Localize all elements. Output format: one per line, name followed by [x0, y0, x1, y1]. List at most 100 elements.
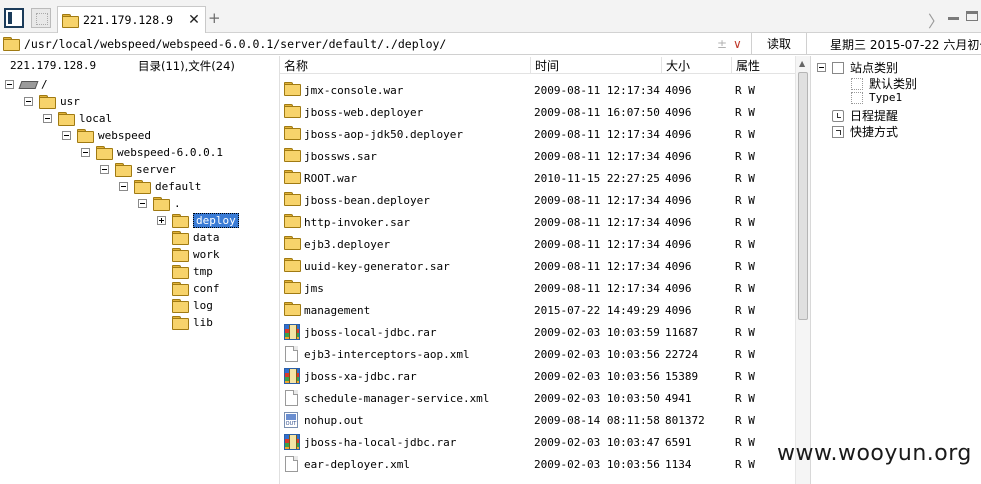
tree-node-label[interactable]: local — [79, 112, 112, 125]
tree-header: 221.179.128.9 目录(11),文件(24) — [0, 56, 279, 75]
collapse-icon[interactable] — [24, 96, 33, 106]
tree-node[interactable]: default — [119, 178, 201, 194]
collapse-icon[interactable] — [817, 63, 826, 72]
column-header-attr[interactable]: 属性 — [731, 57, 795, 74]
chevron-right-icon[interactable]: 〉 — [928, 8, 944, 32]
collapse-icon[interactable] — [5, 79, 14, 89]
shortcut-icon — [832, 125, 844, 138]
file-row[interactable]: jboss-ha-local-jdbc.rar 2009-02-03 10:03:… — [280, 431, 795, 453]
collapse-icon[interactable] — [100, 164, 109, 174]
tree-node-label[interactable]: . — [174, 197, 181, 210]
shortcut-node[interactable]: 快捷方式 — [832, 123, 898, 140]
tree-node-label[interactable]: tmp — [193, 265, 213, 278]
file-time: 2009-02-03 10:03:56 — [534, 348, 660, 361]
tree-node-label[interactable]: default — [155, 180, 201, 193]
collapse-icon[interactable] — [119, 181, 128, 191]
tree-node[interactable]: tmp — [157, 263, 213, 279]
default-category-label: 默认类别 — [869, 77, 918, 91]
file-row[interactable]: jboss-local-jdbc.rar 2009-02-03 10:03:59 1… — [280, 321, 795, 343]
site-category-node[interactable]: 站点类别 — [817, 59, 898, 76]
tree-node-label[interactable]: usr — [60, 95, 80, 108]
file-name: jms — [304, 282, 324, 295]
collapse-icon[interactable] — [81, 147, 90, 157]
collapse-icon[interactable] — [62, 130, 71, 140]
tree-node-label[interactable]: lib — [193, 316, 213, 329]
vertical-scrollbar[interactable]: ▲ — [795, 56, 810, 484]
file-row[interactable]: jboss-web.deployer 2009-08-11 16:07:50 409… — [280, 101, 795, 123]
tree-node-label[interactable]: / — [41, 78, 48, 91]
collapse-icon[interactable] — [43, 113, 52, 123]
folder-icon — [134, 179, 151, 194]
file-row[interactable]: http-invoker.sar 2009-08-11 12:17:34 4096 R… — [280, 211, 795, 233]
maximize-icon[interactable] — [966, 11, 978, 21]
tree-node-label[interactable]: data — [193, 231, 220, 244]
scrollbar-thumb[interactable] — [798, 72, 808, 320]
collapse-icon[interactable] — [138, 198, 147, 208]
file-row[interactable]: jbossws.sar 2009-08-11 12:17:34 4096 R W — [280, 145, 795, 167]
file-row[interactable]: OUT nohup.out 2009-08-14 08:11:58 801372 R W — [280, 409, 795, 431]
tree-node[interactable]: conf — [157, 280, 220, 296]
minimize-icon[interactable] — [948, 11, 960, 21]
file-row[interactable]: schedule-manager-service.xml 2009-02-03 1… — [280, 387, 795, 409]
directory-tree: 221.179.128.9 目录(11),文件(24) / usr local web… — [0, 56, 280, 484]
document-icon — [285, 346, 298, 362]
tree-node-label[interactable]: work — [193, 248, 220, 261]
tree-node[interactable]: local — [43, 110, 112, 126]
tree-node[interactable]: lib — [157, 314, 213, 330]
file-size: 4096 — [665, 260, 692, 273]
panel-toggle-icon[interactable] — [4, 8, 24, 28]
add-tab-icon[interactable]: + — [208, 9, 221, 27]
file-row[interactable]: jboss-xa-jdbc.rar 2009-02-03 10:03:56 1538… — [280, 365, 795, 387]
tree-node[interactable]: work — [157, 246, 220, 262]
tree-node[interactable]: webspeed — [62, 127, 151, 143]
tree-node[interactable]: data — [157, 229, 220, 245]
file-time: 2010-11-15 22:27:25 — [534, 172, 660, 185]
scroll-up-icon[interactable]: ▲ — [799, 59, 805, 68]
tree-node-label[interactable]: webspeed-6.0.0.1 — [117, 146, 223, 159]
tree-node-label[interactable]: webspeed — [98, 129, 151, 142]
default-category-node[interactable]: 默认类别 — [851, 75, 917, 92]
tree-node[interactable]: deploy — [157, 212, 239, 228]
file-time: 2009-08-11 12:17:34 — [534, 260, 660, 273]
file-name: jbossws.sar — [304, 150, 377, 163]
chevron-down-icon[interactable]: ∨ — [733, 37, 751, 51]
file-attr: R W — [735, 326, 755, 339]
file-row[interactable]: ejb3.deployer 2009-08-11 12:17:34 4096 R W — [280, 233, 795, 255]
file-row[interactable]: uuid-key-generator.sar 2009-08-11 12:17:3… — [280, 255, 795, 277]
file-row[interactable]: jboss-bean.deployer 2009-08-11 12:17:34 40… — [280, 189, 795, 211]
file-row[interactable]: jboss-aop-jdk50.deployer 2009-08-11 12:17… — [280, 123, 795, 145]
tree-node[interactable]: . — [138, 195, 181, 211]
close-icon[interactable]: ✕ — [186, 12, 202, 28]
tree-node-label[interactable]: conf — [193, 282, 220, 295]
category-icon — [851, 91, 863, 104]
file-row[interactable]: ROOT.war 2010-11-15 22:27:25 4096 R W — [280, 167, 795, 189]
blank-tab-icon[interactable] — [31, 8, 51, 28]
file-row[interactable]: ejb3-interceptors-aop.xml 2009-02-03 10:0… — [280, 343, 795, 365]
file-row[interactable]: jms 2009-08-11 12:17:34 4096 R W — [280, 277, 795, 299]
expand-icon[interactable] — [157, 215, 166, 225]
tree-node-label[interactable]: log — [193, 299, 213, 312]
tree-node-label[interactable]: deploy — [193, 212, 239, 228]
tree-node[interactable]: usr — [24, 93, 80, 109]
read-button[interactable]: 读取 — [752, 33, 807, 54]
bookmark-icon[interactable]: ± — [717, 37, 733, 51]
tab-remote-host[interactable]: 221.179.128.9 ✕ — [57, 6, 206, 33]
folder-icon — [172, 230, 189, 245]
column-header-name[interactable]: 名称 — [280, 57, 530, 74]
tree-node[interactable]: log — [157, 297, 213, 313]
file-row[interactable]: management 2015-07-22 14:49:29 4096 R W — [280, 299, 795, 321]
file-row[interactable]: ear-deployer.xml 2009-02-03 10:03:56 1134 R… — [280, 453, 795, 475]
path-input[interactable]: /usr/local/webspeed/webspeed-6.0.0.1/ser… — [0, 33, 752, 54]
tree-node[interactable]: webspeed-6.0.0.1 — [81, 144, 223, 160]
schedule-node[interactable]: 日程提醒 — [832, 107, 898, 124]
file-time: 2009-02-03 10:03:56 — [534, 458, 660, 471]
file-time: 2009-08-14 08:11:58 — [534, 414, 660, 427]
tree-node[interactable]: / — [5, 76, 48, 92]
column-header-time[interactable]: 时间 — [530, 57, 661, 74]
tree-node-label[interactable]: server — [136, 163, 176, 176]
type1-node[interactable]: Type1 — [851, 91, 902, 104]
path-text[interactable]: /usr/local/webspeed/webspeed-6.0.0.1/ser… — [24, 37, 717, 51]
tree-node[interactable]: server — [100, 161, 176, 177]
column-header-size[interactable]: 大小 — [661, 57, 731, 74]
file-row[interactable]: jmx-console.war 2009-08-11 12:17:34 4096 R … — [280, 79, 795, 101]
